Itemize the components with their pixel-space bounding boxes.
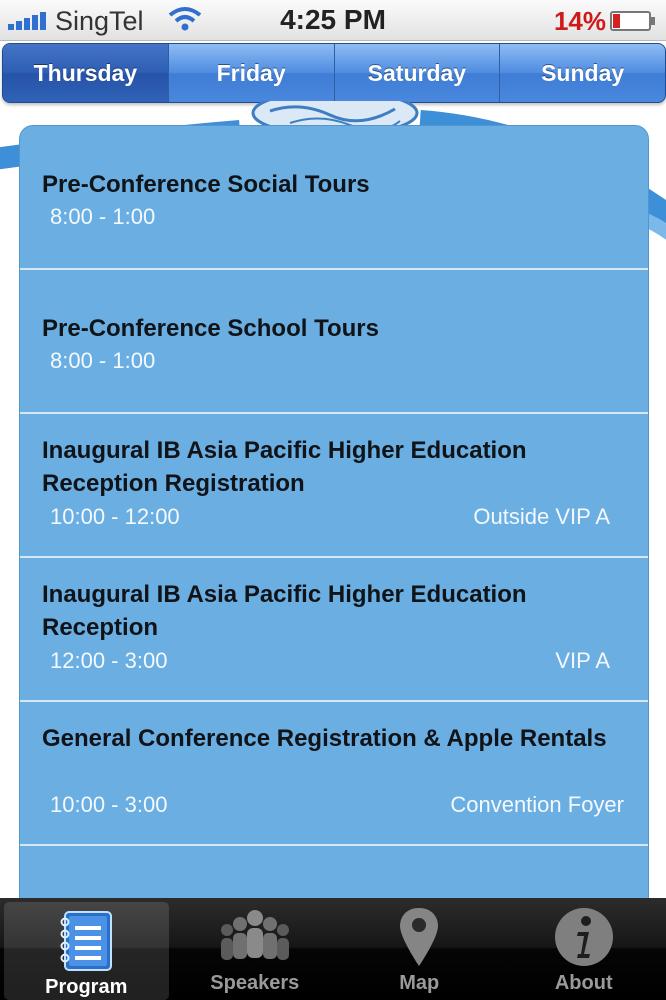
session-room: VIP A: [555, 648, 610, 673]
day-segmented-control: Thursday Friday Saturday Sunday: [2, 43, 666, 103]
session-room: Convention Foyer: [450, 792, 624, 817]
tab-speakers-label: Speakers: [210, 972, 300, 994]
session-title: Inaugural IB Asia Pacific Higher Educati…: [42, 581, 527, 641]
tab-thursday[interactable]: Thursday: [3, 44, 169, 102]
tab-map[interactable]: Map: [337, 898, 502, 1000]
notebook-icon: [60, 911, 113, 971]
session-row[interactable]: Inaugural IB Asia Pacific Higher Educati…: [20, 414, 648, 558]
session-title: Pre-Conference Social Tours: [42, 171, 370, 198]
session-row[interactable]: [20, 846, 648, 901]
session-time: 10:00 - 12:00: [50, 504, 180, 529]
bottom-tab-bar: Program Speakers Map About: [0, 898, 666, 1000]
session-row[interactable]: General Conference Registration & Apple …: [20, 702, 648, 846]
tab-saturday[interactable]: Saturday: [335, 44, 501, 102]
session-time: 12:00 - 3:00: [50, 648, 168, 673]
tab-friday[interactable]: Friday: [169, 44, 335, 102]
session-time: 8:00 - 1:00: [50, 204, 156, 229]
session-title: Pre-Conference School Tours: [42, 315, 379, 342]
tab-sunday[interactable]: Sunday: [500, 44, 665, 102]
schedule-list: Pre-Conference Social Tours 8:00 - 1:00 …: [19, 125, 649, 902]
session-title: General Conference Registration & Apple …: [42, 725, 607, 752]
tab-map-label: Map: [399, 972, 440, 994]
info-icon: [554, 908, 613, 966]
battery-percentage: 14%: [553, 6, 606, 36]
status-bar: SingTel 4:25 PM 14%: [0, 0, 666, 41]
tab-speakers[interactable]: Speakers: [173, 898, 338, 1000]
session-row[interactable]: Pre-Conference School Tours 8:00 - 1:00: [20, 270, 648, 414]
people-icon: [220, 910, 289, 960]
tab-program[interactable]: Program: [4, 902, 169, 1000]
session-time: 10:00 - 3:00: [50, 792, 168, 817]
battery-icon: [610, 11, 655, 31]
tab-program-label: Program: [45, 976, 128, 998]
session-row[interactable]: Inaugural IB Asia Pacific Higher Educati…: [20, 558, 648, 702]
session-row[interactable]: Pre-Conference Social Tours 8:00 - 1:00: [20, 126, 648, 270]
session-time: 8:00 - 1:00: [50, 348, 156, 373]
session-title: Inaugural IB Asia Pacific Higher Educati…: [42, 437, 527, 497]
tab-about-label: About: [554, 972, 613, 994]
map-pin-icon: [400, 908, 439, 966]
tab-about[interactable]: About: [502, 898, 666, 1000]
session-room: Outside VIP A: [473, 504, 610, 529]
